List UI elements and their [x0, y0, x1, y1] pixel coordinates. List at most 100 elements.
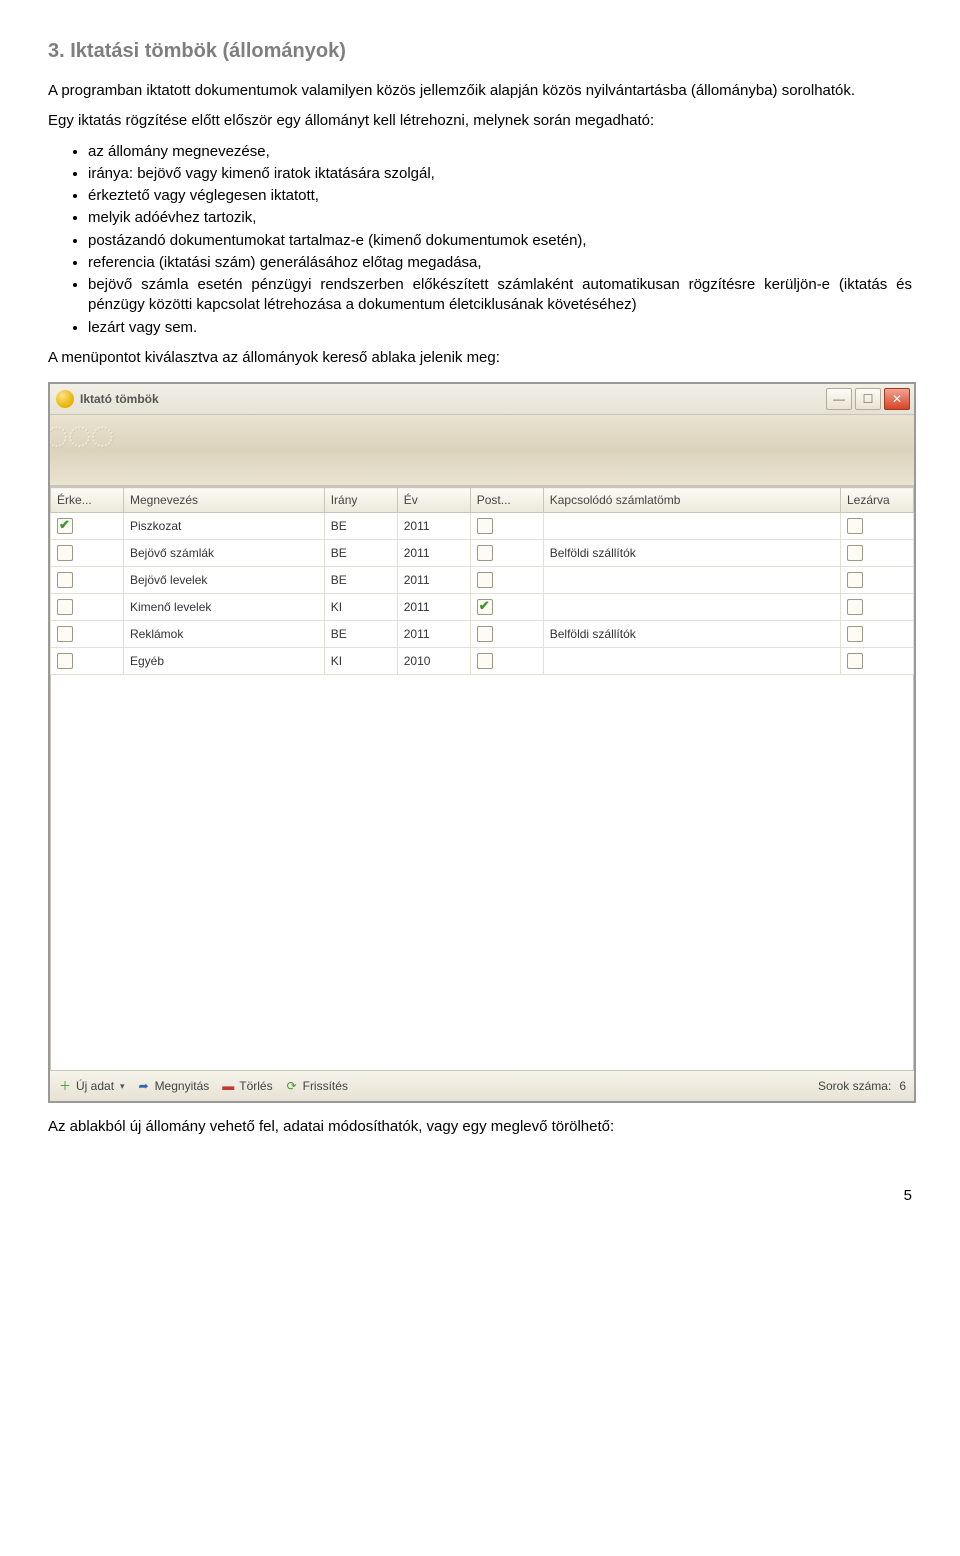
cell-ev: 2011 [397, 540, 470, 567]
checkbox-cell[interactable] [470, 594, 543, 621]
list-item: iránya: bejövő vagy kimenő iratok iktatá… [88, 164, 912, 184]
checkbox-unchecked-icon[interactable] [847, 653, 863, 669]
cell-irany: BE [324, 567, 397, 594]
checkbox-cell[interactable] [470, 513, 543, 540]
maximize-button[interactable]: ☐ [855, 388, 881, 410]
cell-irany: KI [324, 594, 397, 621]
new-record-button[interactable]: ＋ Új adat ▾ [58, 1079, 125, 1093]
list-item: lezárt vagy sem. [88, 318, 912, 338]
attribute-list: az állomány megnevezése, iránya: bejövő … [48, 142, 912, 338]
checkbox-unchecked-icon[interactable] [57, 545, 73, 561]
table-row[interactable]: Bejövő számlákBE2011Belföldi szállítók [51, 540, 914, 567]
grid-empty-area [50, 675, 914, 1070]
row-count-label: Sorok száma: [818, 1079, 891, 1093]
cell-kapcsolodo: Belföldi szállítók [543, 621, 840, 648]
list-item: melyik adóévhez tartozik, [88, 208, 912, 228]
checkbox-cell[interactable] [470, 648, 543, 675]
checkbox-checked-icon[interactable] [57, 518, 73, 534]
chevron-down-icon[interactable]: ▾ [120, 1081, 125, 1092]
window-header-band: ◌◌◌ [50, 415, 914, 486]
checkbox-cell[interactable] [841, 513, 914, 540]
checkbox-cell[interactable] [841, 648, 914, 675]
col-ev[interactable]: Év [397, 488, 470, 513]
open-icon: ➦ [137, 1079, 151, 1093]
checkbox-unchecked-icon[interactable] [57, 626, 73, 642]
col-lezarva[interactable]: Lezárva [841, 488, 914, 513]
checkbox-cell[interactable] [51, 648, 124, 675]
col-irany[interactable]: Irány [324, 488, 397, 513]
col-erkeztetett[interactable]: Érke... [51, 488, 124, 513]
close-button[interactable]: ✕ [884, 388, 910, 410]
table-row[interactable]: ReklámokBE2011 Belföldi szállítók [51, 621, 914, 648]
checkbox-unchecked-icon[interactable] [477, 572, 493, 588]
refresh-label: Frissítés [303, 1079, 348, 1093]
table-row[interactable]: Kimenő levelekKI2011 [51, 594, 914, 621]
list-item: érkeztető vagy véglegesen iktatott, [88, 186, 912, 206]
row-count-value: 6 [899, 1079, 906, 1093]
checkbox-unchecked-icon[interactable] [57, 599, 73, 615]
checkbox-unchecked-icon[interactable] [477, 545, 493, 561]
cell-kapcsolodo: Belföldi szállítók [543, 540, 840, 567]
checkbox-cell[interactable] [51, 513, 124, 540]
checkbox-cell[interactable] [51, 621, 124, 648]
table-row[interactable]: EgyébKI2010 [51, 648, 914, 675]
checkbox-cell[interactable] [841, 567, 914, 594]
checkbox-cell[interactable] [841, 540, 914, 567]
checkbox-unchecked-icon[interactable] [57, 653, 73, 669]
table-row[interactable]: PiszkozatBE2011 [51, 513, 914, 540]
checkbox-cell[interactable] [841, 621, 914, 648]
cell-irany: BE [324, 621, 397, 648]
col-kapcsolodo[interactable]: Kapcsolódó számlatömb [543, 488, 840, 513]
checkbox-cell[interactable] [470, 567, 543, 594]
col-postazando[interactable]: Post... [470, 488, 543, 513]
list-item: postázandó dokumentumokat tartalmaz-e (k… [88, 231, 912, 251]
minimize-button[interactable]: — [826, 388, 852, 410]
cell-irany: KI [324, 648, 397, 675]
checkbox-cell[interactable] [470, 540, 543, 567]
checkbox-cell[interactable] [51, 567, 124, 594]
grid-wrapper: Érke... Megnevezés Irány Év Post... Kapc… [50, 486, 914, 1070]
cell-kapcsolodo [543, 513, 840, 540]
new-record-label: Új adat [76, 1079, 114, 1093]
cell-megnevezes: Kimenő levelek [124, 594, 325, 621]
cell-ev: 2011 [397, 594, 470, 621]
iktato-tombok-window: Iktató tömbök — ☐ ✕ ◌◌◌ Érke... Megnevez… [48, 382, 916, 1103]
header-ornament: ◌◌◌ [50, 415, 113, 459]
open-button[interactable]: ➦ Megnyitás [137, 1079, 210, 1093]
checkbox-checked-icon[interactable] [477, 599, 493, 615]
page-number: 5 [48, 1187, 912, 1204]
checkbox-unchecked-icon[interactable] [847, 572, 863, 588]
titlebar[interactable]: Iktató tömbök — ☐ ✕ [50, 384, 914, 415]
table-row[interactable]: Bejövő levelekBE2011 [51, 567, 914, 594]
checkbox-cell[interactable] [841, 594, 914, 621]
col-megnevezes[interactable]: Megnevezés [124, 488, 325, 513]
open-label: Megnyitás [155, 1079, 210, 1093]
after-window-paragraph: Az ablakból új állomány vehető fel, adat… [48, 1117, 912, 1137]
checkbox-cell[interactable] [470, 621, 543, 648]
checkbox-unchecked-icon[interactable] [477, 653, 493, 669]
checkbox-unchecked-icon[interactable] [847, 545, 863, 561]
checkbox-unchecked-icon[interactable] [477, 626, 493, 642]
statusbar: ＋ Új adat ▾ ➦ Megnyitás ▬ Törlés ⟳ Friss… [50, 1070, 914, 1101]
checkbox-unchecked-icon[interactable] [847, 626, 863, 642]
cell-ev: 2011 [397, 567, 470, 594]
checkbox-unchecked-icon[interactable] [847, 518, 863, 534]
intro-paragraph: A programban iktatott dokumentumok valam… [48, 81, 912, 101]
delete-button[interactable]: ▬ Törlés [221, 1079, 272, 1093]
checkbox-cell[interactable] [51, 594, 124, 621]
row-count: Sorok száma: 6 [818, 1079, 906, 1093]
checkbox-unchecked-icon[interactable] [847, 599, 863, 615]
refresh-button[interactable]: ⟳ Frissítés [285, 1079, 348, 1093]
cell-megnevezes: Reklámok [124, 621, 325, 648]
data-grid[interactable]: Érke... Megnevezés Irány Év Post... Kapc… [50, 487, 914, 675]
checkbox-unchecked-icon[interactable] [57, 572, 73, 588]
checkbox-unchecked-icon[interactable] [477, 518, 493, 534]
cell-ev: 2011 [397, 621, 470, 648]
checkbox-cell[interactable] [51, 540, 124, 567]
cell-kapcsolodo [543, 648, 840, 675]
cell-kapcsolodo [543, 567, 840, 594]
delete-icon: ▬ [221, 1079, 235, 1093]
cell-kapcsolodo [543, 594, 840, 621]
list-item: az állomány megnevezése, [88, 142, 912, 162]
cell-irany: BE [324, 513, 397, 540]
